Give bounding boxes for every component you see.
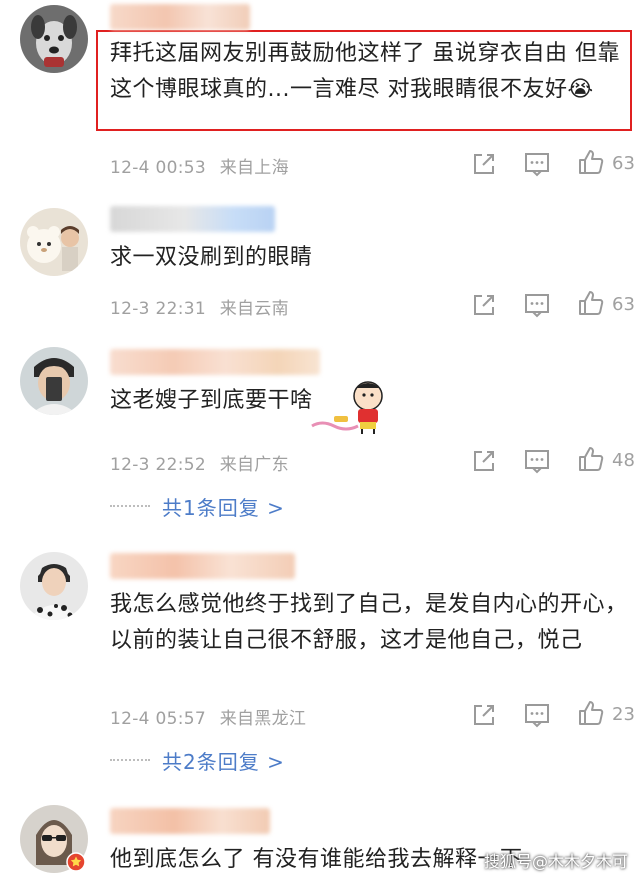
comment-location: 来自上海 <box>219 158 289 178</box>
like-icon[interactable] <box>577 445 605 473</box>
avatar[interactable] <box>20 208 88 276</box>
like-count: 63 <box>612 153 635 174</box>
username-blurred[interactable] <box>110 206 275 232</box>
person-avatar-icon <box>20 552 88 620</box>
avatar[interactable] <box>20 5 88 73</box>
crayon-shin-chan-sticker <box>311 381 383 434</box>
watermark: 搜狐号@木木夕木可 <box>484 852 629 871</box>
username-blurred[interactable] <box>110 4 250 30</box>
username-blurred[interactable] <box>110 808 270 834</box>
comment-icon[interactable] <box>523 150 551 178</box>
comment-location: 来自广东 <box>219 455 289 475</box>
dog-avatar-icon <box>20 5 88 73</box>
share-icon[interactable] <box>470 447 498 475</box>
like-count: 48 <box>612 450 635 471</box>
comment-meta: 12-3 22:52 来自广东 <box>110 450 289 475</box>
comment-time: 12-4 00:53 <box>110 158 206 178</box>
reply-count-text[interactable]: 共1条回复 > <box>162 492 285 521</box>
username-blurred[interactable] <box>110 553 295 579</box>
comment-text: 我怎么感觉他终于找到了自己，是发自内心的开心，以前的装让自己很不舒服，这才是他自… <box>110 592 628 653</box>
avatar[interactable] <box>20 347 88 415</box>
comment-text: 求一双没刷到的眼睛 <box>110 245 313 270</box>
share-icon[interactable] <box>470 150 498 178</box>
username-blurred[interactable] <box>110 349 320 375</box>
comment-time: 12-4 05:57 <box>110 709 206 729</box>
verified-badge-icon <box>66 852 86 872</box>
share-icon[interactable] <box>470 701 498 729</box>
like-count: 63 <box>612 294 635 315</box>
selfie-avatar-icon <box>20 347 88 415</box>
comment-time: 12-3 22:52 <box>110 455 206 475</box>
comment-location: 来自黑龙江 <box>219 709 307 729</box>
avatar[interactable] <box>20 552 88 620</box>
comment-icon[interactable] <box>523 447 551 475</box>
comment-meta: 12-4 05:57 来自黑龙江 <box>110 704 306 729</box>
like-count: 23 <box>612 704 635 725</box>
bear-avatar-icon <box>20 208 88 276</box>
share-icon[interactable] <box>470 291 498 319</box>
like-icon[interactable] <box>577 289 605 317</box>
like-icon[interactable] <box>577 699 605 727</box>
reply-count-link[interactable]: 共2条回复 > <box>110 746 330 776</box>
comment-text: 这老嫂子到底要干啥 <box>110 388 313 413</box>
comment-meta: 12-3 22:31 来自云南 <box>110 294 289 319</box>
reply-divider <box>110 505 150 507</box>
comment-item: 拜托这届网友别再鼓励他这样了 虽说穿衣自由 但靠这个博眼球真的...一言难尽 对… <box>0 0 640 190</box>
reply-divider <box>110 759 150 761</box>
comment-icon[interactable] <box>523 701 551 729</box>
comment-icon[interactable] <box>523 291 551 319</box>
comment-meta: 12-4 00:53 来自上海 <box>110 153 289 178</box>
reply-count-text[interactable]: 共2条回复 > <box>162 746 285 775</box>
reply-count-link[interactable]: 共1条回复 > <box>110 492 330 522</box>
comment-time: 12-3 22:31 <box>110 299 206 319</box>
comment-text: 拜托这届网友别再鼓励他这样了 虽说穿衣自由 但靠这个博眼球真的...一言难尽 对… <box>110 41 620 102</box>
comment-location: 来自云南 <box>219 299 289 319</box>
like-icon[interactable] <box>577 148 605 176</box>
